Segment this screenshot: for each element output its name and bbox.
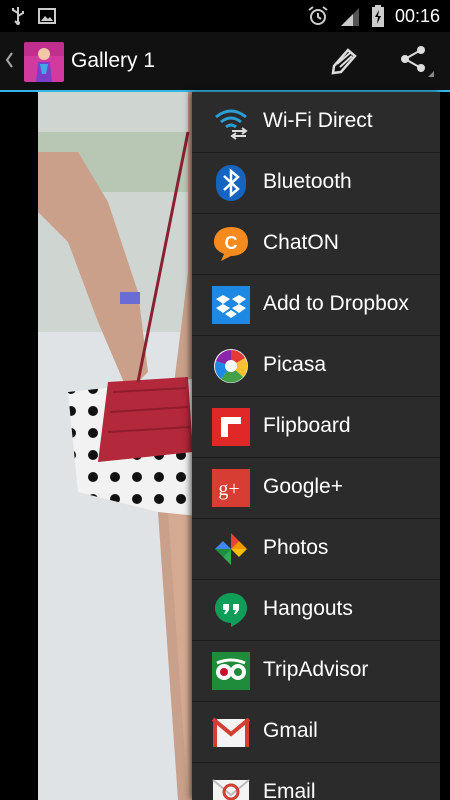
share-item-label: Email	[263, 780, 316, 800]
wifi-direct-icon	[215, 109, 248, 140]
share-item-label: ChatON	[263, 231, 339, 254]
alarm-icon	[308, 6, 328, 25]
share-item-wifi-direct[interactable]: Wi-Fi Direct	[192, 92, 440, 153]
share-item-label: TripAdvisor	[263, 658, 369, 681]
share-item-dropbox[interactable]: Add to Dropbox	[192, 275, 440, 336]
share-item-label: Picasa	[263, 353, 327, 376]
share-item-flipboard[interactable]: Flipboard	[192, 397, 440, 458]
share-item-google-plus[interactable]: g+ Google+	[192, 458, 440, 519]
usb-icon	[12, 7, 24, 25]
chaton-icon: C	[214, 227, 248, 261]
share-item-email[interactable]: Email	[192, 763, 440, 800]
share-item-label: Gmail	[263, 719, 318, 742]
share-item-label: Flipboard	[263, 414, 351, 437]
image-icon	[38, 8, 56, 24]
flipboard-icon	[212, 408, 250, 446]
share-menu: Wi-Fi Direct Bluetooth C ChatON Add to D…	[192, 92, 440, 800]
share-item-chaton[interactable]: C ChatON	[192, 214, 440, 275]
svg-text:C: C	[225, 233, 238, 253]
google-plus-icon: g+	[212, 469, 250, 507]
status-bar: 00:16	[0, 0, 450, 32]
status-time: 00:16	[394, 5, 440, 26]
share-item-label: Hangouts	[263, 597, 353, 620]
share-item-photos[interactable]: Photos	[192, 519, 440, 580]
chevron-left-icon[interactable]	[4, 50, 14, 70]
share-icon[interactable]	[395, 44, 435, 78]
share-item-bluetooth[interactable]: Bluetooth	[192, 153, 440, 214]
dropbox-icon	[212, 286, 250, 324]
gmail-icon	[212, 717, 250, 747]
share-item-label: Wi-Fi Direct	[263, 109, 373, 132]
picasa-icon	[214, 349, 248, 383]
email-icon	[212, 779, 250, 800]
tripadvisor-icon	[212, 652, 250, 690]
svg-text:g+: g+	[218, 478, 239, 500]
share-item-label: Google+	[263, 475, 343, 498]
share-item-label: Photos	[263, 536, 329, 559]
app-icon[interactable]	[24, 42, 64, 82]
share-item-hangouts[interactable]: Hangouts	[192, 580, 440, 641]
battery-icon	[371, 5, 384, 27]
bluetooth-icon	[216, 165, 246, 201]
share-item-gmail[interactable]: Gmail	[192, 702, 440, 763]
edit-icon[interactable]	[328, 44, 360, 76]
page-title: Gallery 1	[71, 49, 156, 72]
signal-icon	[340, 8, 359, 26]
action-bar: Gallery 1	[0, 32, 450, 90]
share-item-tripadvisor[interactable]: TripAdvisor	[192, 641, 440, 702]
share-item-label: Bluetooth	[263, 170, 352, 193]
hangouts-icon	[215, 593, 247, 627]
share-item-picasa[interactable]: Picasa	[192, 336, 440, 397]
share-item-label: Add to Dropbox	[263, 292, 409, 315]
photos-icon	[215, 533, 247, 565]
